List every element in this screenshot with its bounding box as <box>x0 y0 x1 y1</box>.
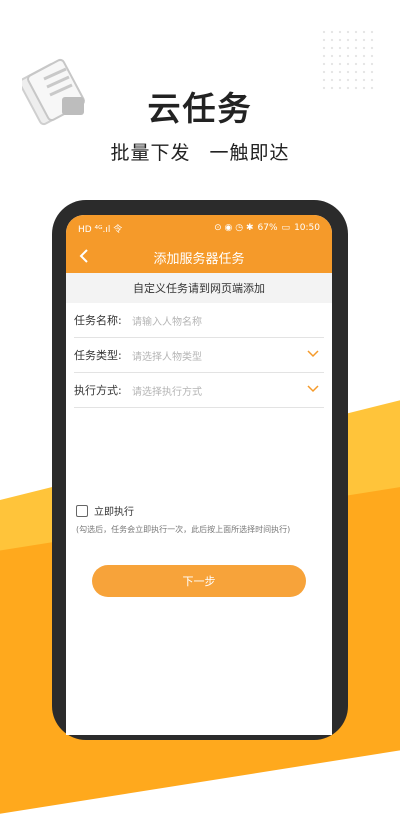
task-name-input[interactable]: 请输入人物名称 <box>132 313 202 328</box>
back-button[interactable] <box>76 247 94 265</box>
back-arrow-icon <box>79 249 88 263</box>
exec-mode-value[interactable]: 请选择执行方式 <box>132 383 202 398</box>
chevron-down-icon <box>307 385 319 393</box>
app-header: 添加服务器任务 <box>66 241 332 273</box>
hero-subtitle: 批量下发 一触即达 <box>0 138 400 165</box>
clock: 10:50 <box>294 223 320 233</box>
chevron-down-icon <box>307 350 319 358</box>
exec-mode-select[interactable]: 执行方式: 请选择执行方式 <box>74 373 324 408</box>
status-icons: ⊙ ◉ ◷ ✱ <box>214 223 254 233</box>
task-type-select[interactable]: 任务类型: 请选择人物类型 <box>74 338 324 373</box>
phone-screen: HD ⁴ᴳ.ıl 令 ⊙ ◉ ◷ ✱ 67% ▭ 10:50 添加服务器任务 自… <box>66 215 332 735</box>
status-left: HD ⁴ᴳ.ıl 令 <box>78 222 122 235</box>
hero-subtitle-right: 一触即达 <box>209 142 290 164</box>
status-bar: HD ⁴ᴳ.ıl 令 ⊙ ◉ ◷ ✱ 67% ▭ 10:50 <box>66 215 332 241</box>
hero-title: 云任务 <box>147 89 253 128</box>
decorative-dots <box>320 28 378 90</box>
hero-subtitle-left: 批量下发 <box>110 142 191 164</box>
page-title: 添加服务器任务 <box>153 251 245 267</box>
exec-mode-label: 执行方式: <box>74 384 122 397</box>
signal-indicators: HD ⁴ᴳ.ıl 令 <box>78 224 123 235</box>
status-right: ⊙ ◉ ◷ ✱ 67% ▭ 10:50 <box>214 223 320 233</box>
battery-icon: ▭ <box>281 223 291 233</box>
task-type-value[interactable]: 请选择人物类型 <box>132 348 202 363</box>
immediate-execute-hint: (勾选后，任务会立即执行一次，此后按上面所选择时间执行) <box>76 525 291 534</box>
immediate-execute-option[interactable]: 立即执行 <box>76 503 134 518</box>
immediate-execute-label: 立即执行 <box>94 507 134 518</box>
notice-banner: 自定义任务请到网页端添加 <box>66 273 332 303</box>
task-name-label: 任务名称: <box>74 314 122 327</box>
immediate-execute-checkbox[interactable] <box>76 504 88 517</box>
next-step-button[interactable]: 下一步 <box>92 565 306 597</box>
task-type-label: 任务类型: <box>74 349 122 362</box>
battery-percent: 67% <box>257 223 278 233</box>
task-name-field[interactable]: 任务名称: 请输入人物名称 <box>74 303 324 338</box>
